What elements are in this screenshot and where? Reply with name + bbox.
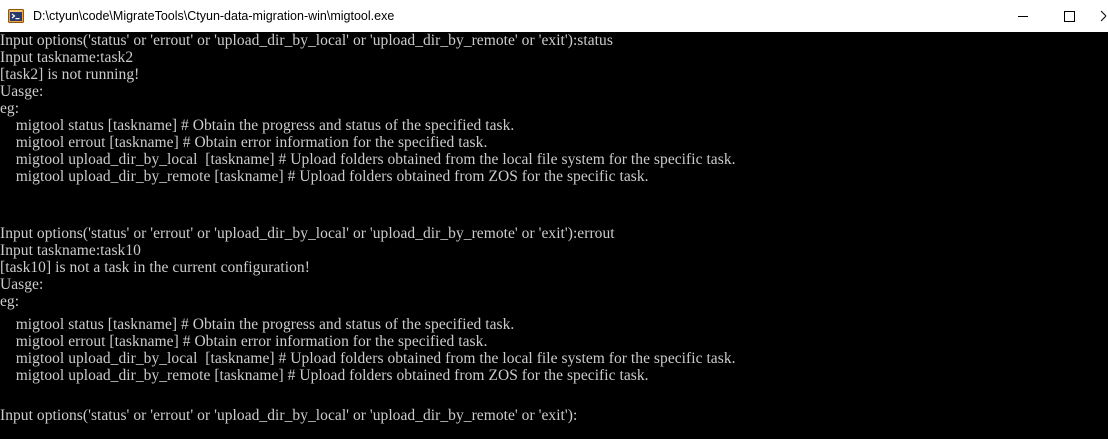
console-line: migtool upload_dir_by_remote [taskname] … — [0, 168, 649, 185]
console-app-icon — [8, 8, 24, 24]
title-bar[interactable]: D:\ctyun\code\MigrateTools\Ctyun-data-mi… — [0, 0, 1108, 32]
close-button[interactable] — [1092, 0, 1108, 32]
console-line: Input options('status' or 'errout' or 'u… — [0, 32, 613, 49]
console-line: eg: — [0, 100, 20, 117]
console-line: migtool status [taskname] # Obtain the p… — [0, 117, 515, 134]
console-line: migtool status [taskname] # Obtain the p… — [0, 316, 515, 333]
maximize-icon — [1064, 11, 1075, 22]
console-line: eg: — [0, 293, 20, 310]
window-title: D:\ctyun\code\MigrateTools\Ctyun-data-mi… — [33, 9, 395, 23]
console-line: migtool errout [taskname] # Obtain error… — [0, 333, 488, 350]
console-window: D:\ctyun\code\MigrateTools\Ctyun-data-mi… — [0, 0, 1108, 439]
console-line: Input options('status' or 'errout' or 'u… — [0, 225, 615, 242]
console-line: [task10] is not a task in the current co… — [0, 259, 310, 276]
console-line: Input options('status' or 'errout' or 'u… — [0, 407, 578, 424]
close-icon — [1100, 10, 1107, 22]
console-line: migtool upload_dir_by_remote [taskname] … — [0, 367, 649, 384]
console-line: Uasge: — [0, 276, 44, 293]
console-line: Uasge: — [0, 83, 44, 100]
console-line: [task2] is not running! — [0, 66, 140, 83]
console-line: migtool upload_dir_by_local [taskname] #… — [0, 350, 736, 367]
console-line: migtool errout [taskname] # Obtain error… — [0, 134, 488, 151]
minimize-icon — [1018, 16, 1028, 17]
minimize-button[interactable] — [1000, 0, 1046, 32]
console-line: Input taskname:task2 — [0, 49, 134, 66]
maximize-button[interactable] — [1046, 0, 1092, 32]
console-line: migtool upload_dir_by_local [taskname] #… — [0, 151, 736, 168]
console-line: Input taskname:task10 — [0, 242, 141, 259]
console-output[interactable]: Input options('status' or 'errout' or 'u… — [0, 32, 1108, 439]
